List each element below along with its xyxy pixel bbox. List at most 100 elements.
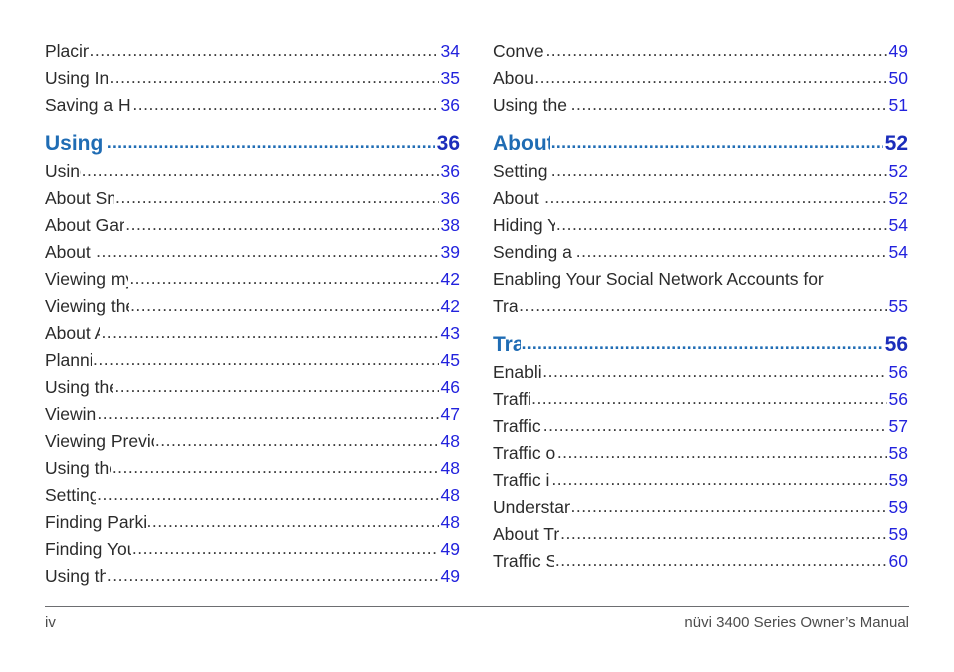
toc-entry[interactable]: Using Help..............................… bbox=[45, 158, 460, 185]
toc-leader-dots: ........................................… bbox=[101, 322, 438, 342]
toc-leader-dots: ........................................… bbox=[534, 67, 886, 87]
toc-entry[interactable]: Saving a Home Phone Number..............… bbox=[45, 92, 460, 119]
toc-entry-title: Setting an Alarm bbox=[45, 485, 97, 505]
toc-page-number: 49 bbox=[440, 539, 460, 559]
toc-entry[interactable]: Finding Your Last Parking Spot .........… bbox=[45, 536, 460, 563]
toc-entry-title: Finding Your Last Parking Spot bbox=[45, 539, 131, 559]
toc-page-number: 39 bbox=[440, 242, 460, 262]
toc-leader-dots: ........................................… bbox=[570, 496, 887, 516]
toc-entry[interactable]: Viewing myGarmin Messages ..............… bbox=[45, 266, 460, 293]
toc-page-number: 48 bbox=[440, 431, 460, 451]
toc-leader-dots: ........................................… bbox=[132, 94, 439, 114]
toc-leader-dots: ........................................… bbox=[96, 241, 438, 261]
toc-leader-dots: ........................................… bbox=[154, 430, 439, 450]
toc-page-number: 59 bbox=[888, 470, 908, 490]
toc-entry[interactable]: About Traffic Cameras...................… bbox=[493, 521, 908, 548]
toc-entry[interactable]: Traffic Receiver .......................… bbox=[493, 413, 908, 440]
toc-page-number: 34 bbox=[440, 41, 460, 61]
toc-entry[interactable]: Using In-Call Options ..................… bbox=[45, 65, 460, 92]
toc-entry[interactable]: Using the Calculator ...................… bbox=[45, 563, 460, 590]
toc-page-number: 38 bbox=[440, 215, 460, 235]
toc-page-number: 42 bbox=[440, 269, 460, 289]
toc-page-number: 56 bbox=[888, 389, 908, 409]
toc-page-number: 48 bbox=[440, 512, 460, 532]
toc-entry[interactable]: About Followers.........................… bbox=[493, 185, 908, 212]
page-number-label: iv bbox=[45, 614, 56, 631]
toc-page-number: 55 bbox=[888, 296, 908, 316]
toc-entry[interactable]: Setting an Alarm .......................… bbox=[45, 482, 460, 509]
toc-leader-dots: ........................................… bbox=[545, 40, 886, 60]
page-footer: iv nüvi 3400 Series Owner’s Manual bbox=[45, 606, 909, 631]
toc-entry[interactable]: Converting Units .......................… bbox=[493, 38, 908, 65]
toc-entry[interactable]: About Audiobooks........................… bbox=[45, 320, 460, 347]
left-column: Placing a Call..........................… bbox=[45, 38, 460, 590]
toc-entry[interactable]: Sending a Location Message .............… bbox=[493, 239, 908, 266]
toc-entry-title: Traffic Subscriptions bbox=[493, 551, 554, 571]
right-column: Converting Units .......................… bbox=[493, 38, 908, 590]
toc-entry[interactable]: Understanding Traffic Data..............… bbox=[493, 494, 908, 521]
toc-entry[interactable]: Using the World Clock ..................… bbox=[45, 455, 460, 482]
toc-entry[interactable]: Viewing Pictures .......................… bbox=[45, 401, 460, 428]
toc-section-heading[interactable]: About Tracker ..........................… bbox=[493, 130, 908, 158]
toc-entry-title: Traffic Receiver bbox=[493, 416, 542, 436]
toc-entry[interactable]: Finding Parking Prices and Availability.… bbox=[45, 509, 460, 536]
toc-entry-title-line2: Tracker bbox=[493, 296, 519, 316]
toc-entry[interactable]: Traffic on Your Route...................… bbox=[493, 440, 908, 467]
toc-leader-dots: ........................................… bbox=[89, 40, 439, 60]
toc-page-number: 54 bbox=[888, 215, 908, 235]
toc-leader-dots: ........................................… bbox=[550, 132, 883, 152]
footer-divider bbox=[45, 606, 909, 607]
toc-leader-dots: ........................................… bbox=[130, 295, 438, 315]
toc-entry[interactable]: Setting Up Tracker......................… bbox=[493, 158, 908, 185]
toc-entry[interactable]: About Offers ...........................… bbox=[493, 65, 908, 92]
manual-title-label: nüvi 3400 Series Owner’s Manual bbox=[684, 614, 909, 631]
toc-entry-title: About Smartphone Link bbox=[45, 188, 114, 208]
toc-page-number: 48 bbox=[440, 458, 460, 478]
toc-leader-dots: ........................................… bbox=[542, 361, 886, 381]
toc-entry[interactable]: Traffic Data ...........................… bbox=[493, 386, 908, 413]
toc-entry[interactable]: Viewing Previous Routes and Destinations… bbox=[45, 428, 460, 455]
toc-section-heading[interactable]: Using the Apps .........................… bbox=[45, 130, 460, 158]
toc-page-number: 35 bbox=[440, 68, 460, 88]
toc-entry[interactable]: About Garmin Live Services .............… bbox=[45, 212, 460, 239]
toc-leader-dots: ........................................… bbox=[97, 403, 438, 423]
toc-entry[interactable]: Traffic Subscriptions ..................… bbox=[493, 548, 908, 575]
toc-section-heading[interactable]: Traffic.................................… bbox=[493, 331, 908, 359]
toc-entry[interactable]: Placing a Call..........................… bbox=[45, 38, 460, 65]
toc-entry[interactable]: Planning a Trip.........................… bbox=[45, 347, 460, 374]
toc-entry-line2: Tracker ................................… bbox=[493, 293, 908, 320]
toc-entry-title: Placing a Call bbox=[45, 41, 89, 61]
toc-entry-title: Traffic on Your Route bbox=[493, 443, 556, 463]
toc-columns: Placing a Call..........................… bbox=[45, 38, 909, 590]
toc-entry[interactable]: Using the Media Player .................… bbox=[45, 374, 460, 401]
toc-entry-title: About ecoRoute bbox=[45, 242, 95, 262]
toc-entry-title: About Offers bbox=[493, 68, 534, 88]
toc-entry[interactable]: Viewing the Weather Forecast ...........… bbox=[45, 293, 460, 320]
toc-page-number: 50 bbox=[888, 68, 908, 88]
toc-page-number: 52 bbox=[888, 188, 908, 208]
toc-entry-title: Sending a Location Message bbox=[493, 242, 575, 262]
toc-entry[interactable]: Hiding Your Location....................… bbox=[493, 212, 908, 239]
toc-entry-title: Planning a Trip bbox=[45, 350, 93, 370]
toc-entry-title: Using Help bbox=[45, 161, 81, 181]
toc-leader-dots: ........................................… bbox=[114, 376, 438, 396]
toc-entry[interactable]: Traffic in Your Area ...................… bbox=[493, 467, 908, 494]
toc-entry[interactable]: Using the Language Guide................… bbox=[493, 92, 908, 119]
toc-page-number: 48 bbox=[440, 485, 460, 505]
toc-page-number: 42 bbox=[440, 296, 460, 316]
toc-page-number: 36 bbox=[440, 95, 460, 115]
toc-leader-dots: ........................................… bbox=[542, 415, 887, 435]
toc-page-number: 52 bbox=[884, 132, 908, 155]
toc-entry[interactable]: Enabling Traffic........................… bbox=[493, 359, 908, 386]
toc-entry[interactable]: Enabling Your Social Network Accounts fo… bbox=[493, 266, 908, 320]
toc-entry-title: Viewing Previous Routes and Destinations bbox=[45, 431, 154, 451]
toc-leader-dots: ........................................… bbox=[544, 187, 886, 207]
toc-entry-title: Using the Calculator bbox=[45, 566, 106, 586]
toc-leader-dots: ........................................… bbox=[551, 469, 886, 489]
toc-leader-dots: ........................................… bbox=[111, 457, 439, 477]
toc-entry[interactable]: About Smartphone Link ..................… bbox=[45, 185, 460, 212]
toc-entry[interactable]: About ecoRoute .........................… bbox=[45, 239, 460, 266]
toc-page: Placing a Call..........................… bbox=[0, 0, 954, 672]
toc-entry-title: Setting Up Tracker bbox=[493, 161, 550, 181]
toc-page-number: 59 bbox=[888, 497, 908, 517]
